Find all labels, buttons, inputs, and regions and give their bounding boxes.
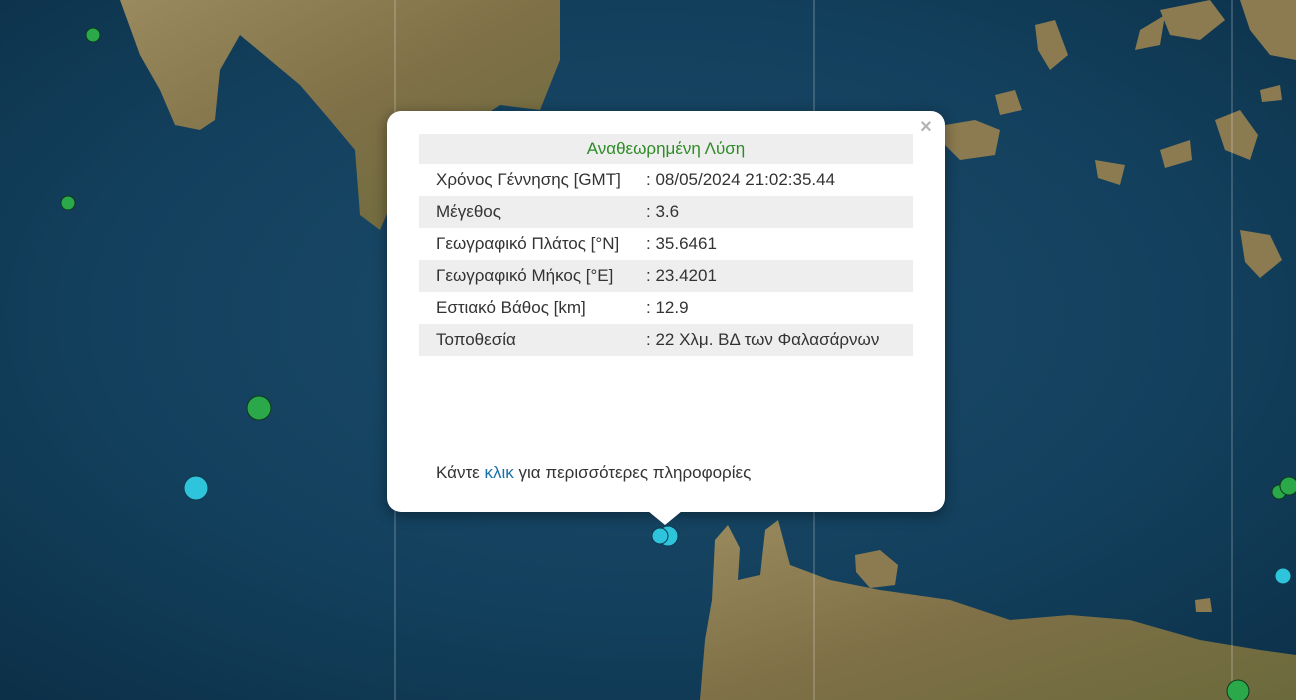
info-row-location: Τοποθεσία : 22 Χλμ. ΒΔ των Φαλασάρνων (419, 324, 913, 356)
more-info-suffix: για περισσότερες πληροφορίες (518, 463, 752, 482)
info-value: : 23.4201 (640, 260, 913, 292)
info-label: Μέγεθος (419, 196, 640, 228)
info-row-origin-time: Χρόνος Γέννησης [GMT] : 08/05/2024 21:02… (419, 164, 913, 196)
earthquake-marker[interactable] (1226, 679, 1250, 700)
aegean-island (1195, 598, 1212, 612)
info-label: Γεωγραφικό Μήκος [°E] (419, 260, 640, 292)
more-info-link[interactable]: κλικ (485, 463, 514, 482)
earthquake-marker[interactable] (183, 475, 209, 501)
info-label: Τοποθεσία (419, 324, 640, 356)
earthquake-marker[interactable] (85, 27, 101, 43)
popup-pointer (648, 511, 682, 525)
info-row-magnitude: Μέγεθος : 3.6 (419, 196, 913, 228)
earthquake-marker[interactable] (1279, 476, 1296, 496)
info-row-depth: Εστιακό Βάθος [km] : 12.9 (419, 292, 913, 324)
close-icon[interactable]: × (916, 117, 936, 137)
info-value: : 3.6 (640, 196, 913, 228)
earthquake-marker[interactable] (60, 195, 76, 211)
more-info-prefix: Κάντε (436, 463, 480, 482)
earthquake-marker[interactable] (1274, 567, 1292, 585)
popup-title-row: Αναθεωρημένη Λύση (419, 134, 913, 164)
earthquake-info-table: Αναθεωρημένη Λύση Χρόνος Γέννησης [GMT] … (419, 134, 913, 356)
info-value: : 08/05/2024 21:02:35.44 (646, 170, 836, 189)
info-value: : 35.6461 (646, 234, 717, 253)
more-info-text: Κάντε κλικ για περισσότερες πληροφορίες (436, 463, 751, 483)
earthquake-marker[interactable] (651, 527, 669, 545)
info-label: Εστιακό Βάθος [km] (436, 298, 586, 317)
info-row-latitude: Γεωγραφικό Πλάτος [°N] : 35.6461 (419, 228, 913, 260)
earthquake-marker[interactable] (246, 395, 272, 421)
earthquake-info-popup: × Αναθεωρημένη Λύση Χρόνος Γέννησης [GMT… (387, 111, 945, 512)
info-label: Χρόνος Γέννησης [GMT] (436, 170, 621, 189)
info-value: : 22 Χλμ. ΒΔ των Φαλασάρνων (640, 324, 913, 356)
popup-title: Αναθεωρημένη Λύση (419, 134, 913, 164)
info-row-longitude: Γεωγραφικό Μήκος [°E] : 23.4201 (419, 260, 913, 292)
info-label: Γεωγραφικό Πλάτος [°N] (436, 234, 620, 253)
info-value: : 12.9 (646, 298, 689, 317)
